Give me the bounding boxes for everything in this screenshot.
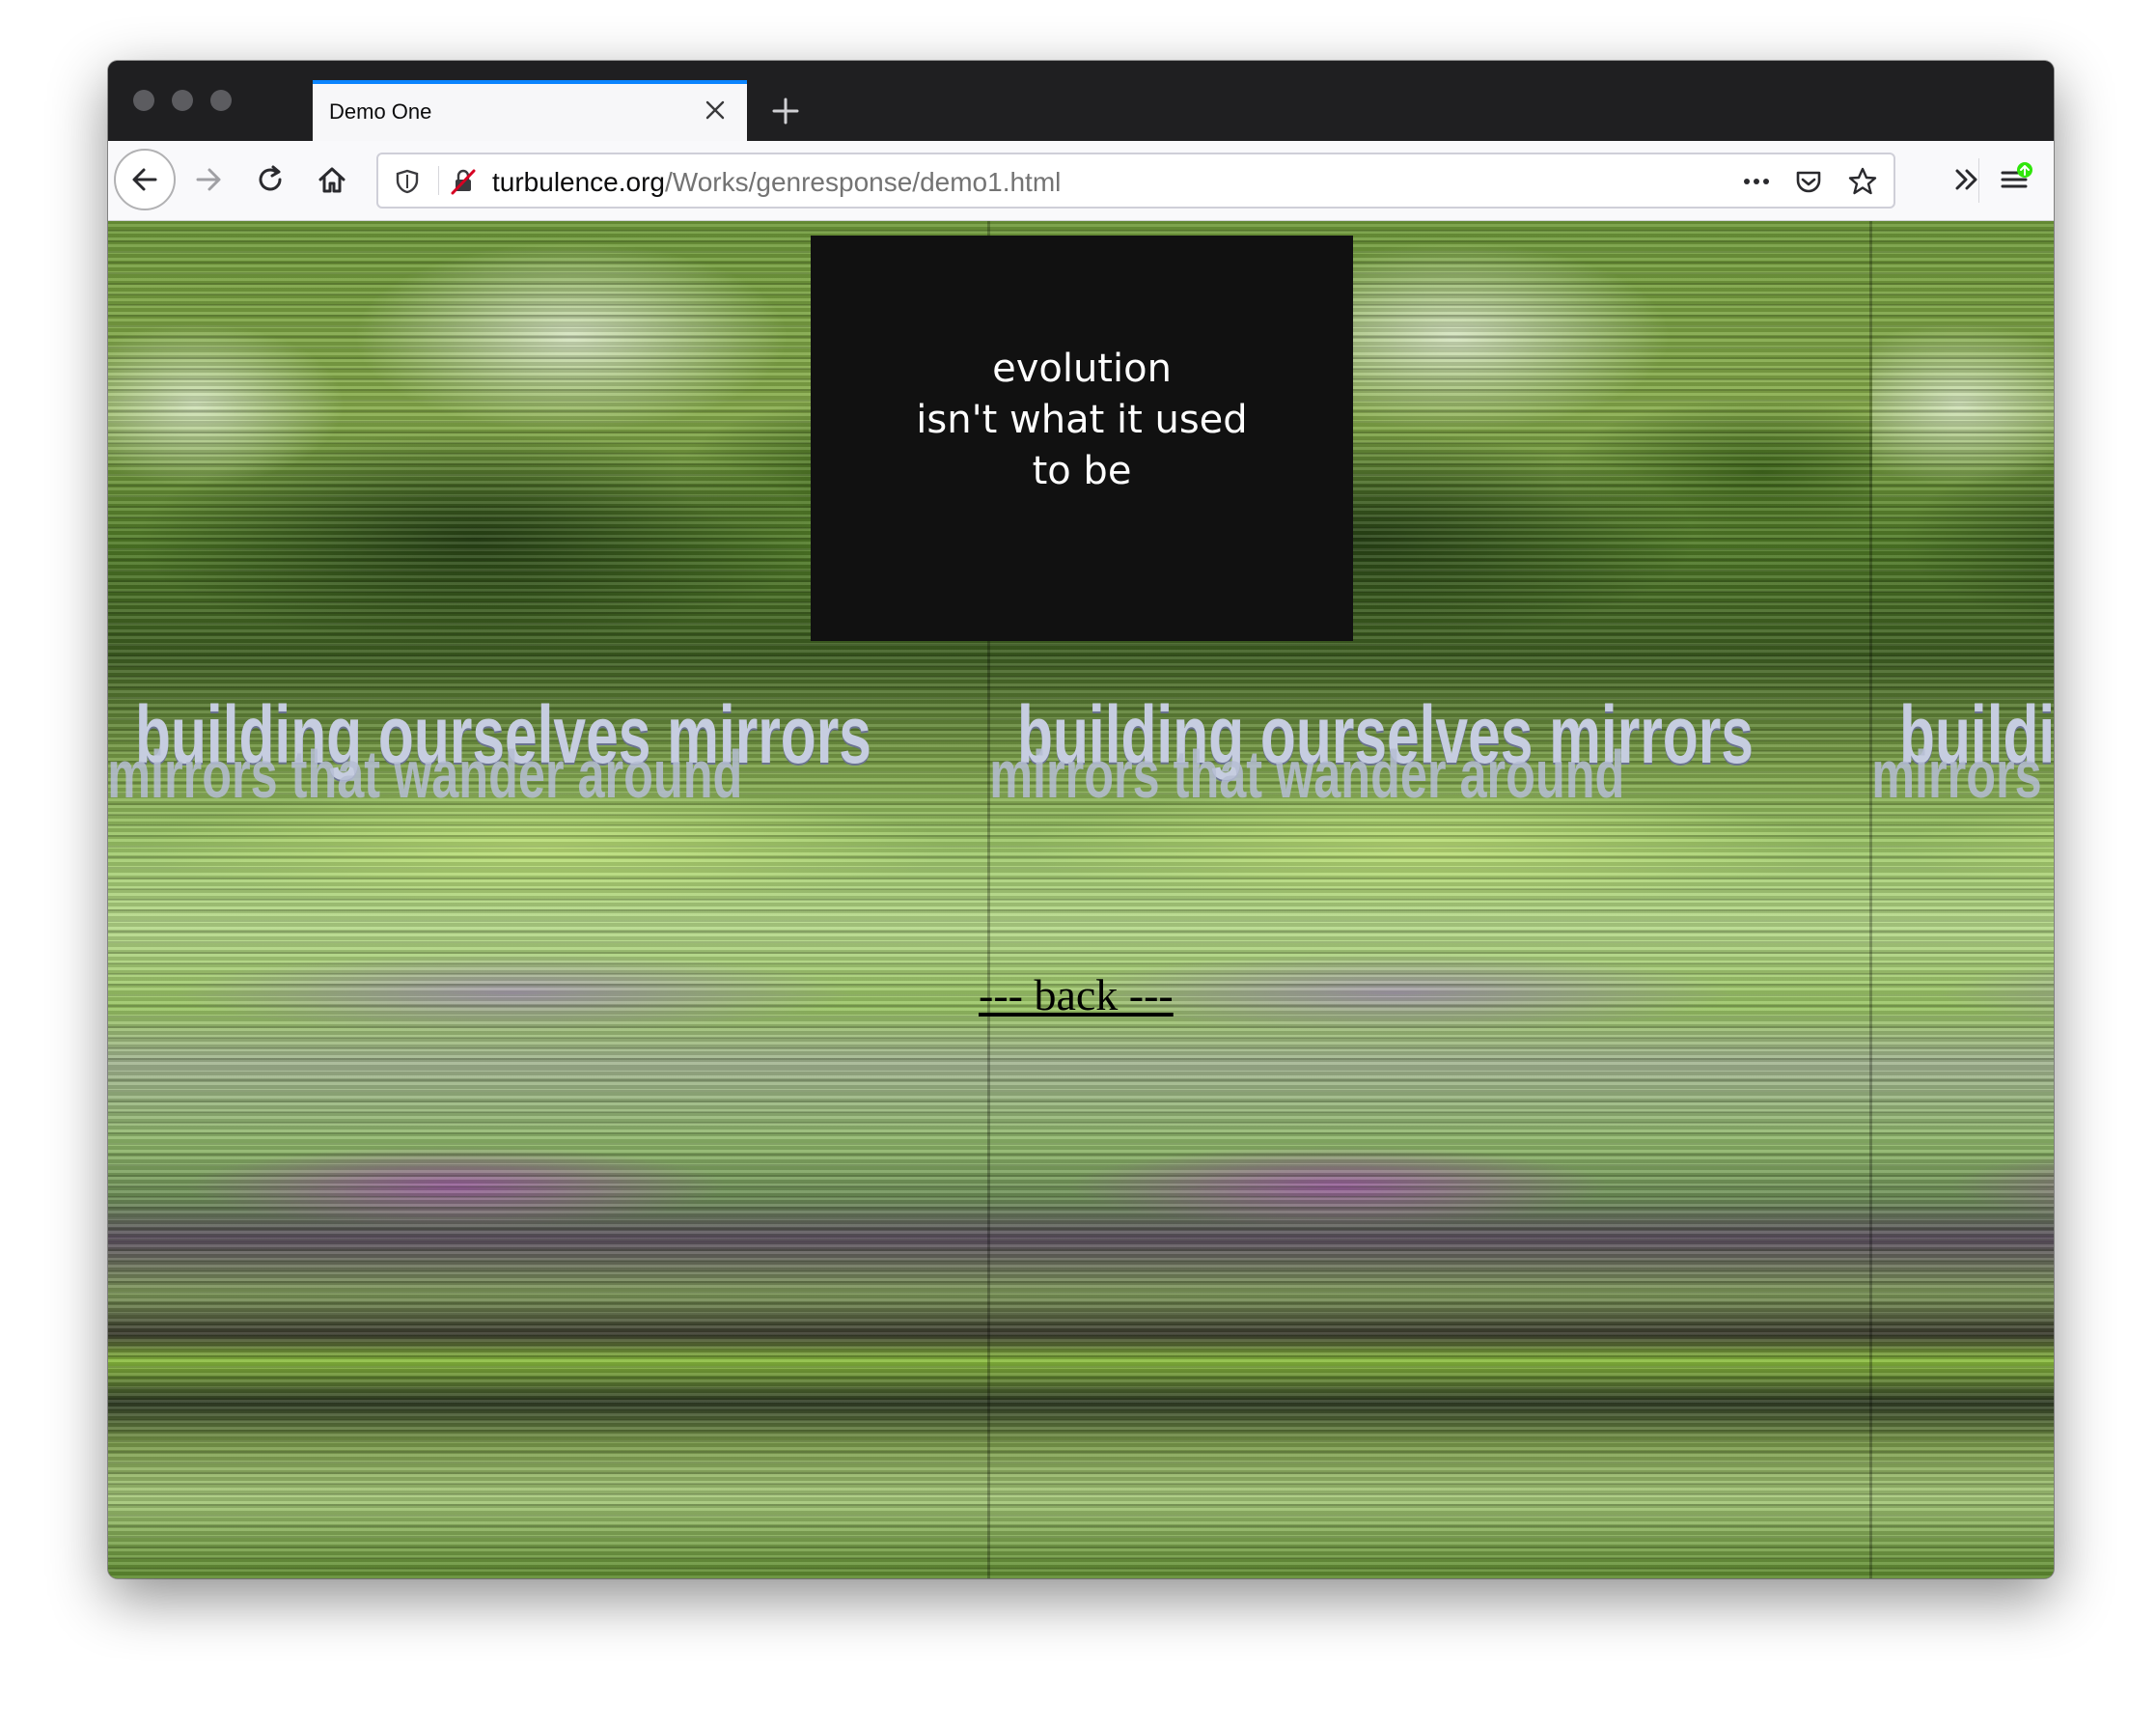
- address-bar[interactable]: turbulence.org/Works/genresponse/demo1.h…: [376, 153, 1895, 209]
- toolbar-separator: [1978, 158, 1979, 203]
- tile-edge: [1869, 221, 1872, 1578]
- reload-button[interactable]: [241, 151, 299, 209]
- page-content: building ourselves mirrors mirrors that …: [108, 221, 2054, 1578]
- url-text[interactable]: turbulence.org/Works/genresponse/demo1.h…: [492, 167, 1061, 198]
- tile-caption-line2: mirrors that wander around: [108, 737, 743, 812]
- tab-strip: Demo One: [108, 61, 2054, 141]
- back-link[interactable]: --- back ---: [979, 969, 1174, 1020]
- back-arrow-icon: [132, 168, 157, 191]
- insecure-lock-icon[interactable]: [448, 166, 479, 197]
- star-icon[interactable]: [1847, 166, 1878, 197]
- close-icon[interactable]: [701, 96, 730, 125]
- navigation-toolbar: turbulence.org/Works/genresponse/demo1.h…: [108, 141, 2054, 221]
- tile-caption: building ourselves mirrors mirrors that …: [1872, 694, 2054, 808]
- text-box: evolution isn't what it used to be: [811, 236, 1353, 641]
- hamburger-menu-icon: [2001, 162, 2032, 188]
- urlbar-separator: [438, 166, 439, 195]
- menu-button[interactable]: [1986, 151, 2044, 209]
- tile-caption-line2: mirrors that wander around: [1872, 737, 2054, 812]
- url-host: turbulence.org: [492, 167, 666, 197]
- box-text: evolution isn't what it used to be: [916, 347, 1248, 493]
- browser-window: Demo One turbulence.org/Works/genrespons…: [108, 61, 2054, 1578]
- new-tab-button[interactable]: [764, 90, 807, 132]
- url-path: /Works/genresponse/demo1.html: [665, 167, 1062, 197]
- back-button[interactable]: [114, 149, 176, 210]
- minimize-window-dot[interactable]: [172, 90, 193, 111]
- tab-title: Demo One: [329, 99, 432, 124]
- pocket-icon[interactable]: [1793, 166, 1824, 197]
- close-window-dot[interactable]: [133, 90, 154, 111]
- more-dots-icon[interactable]: [1741, 166, 1772, 197]
- glitch-image-tile: building ourselves mirrors mirrors that …: [1872, 221, 2054, 1578]
- zoom-window-dot[interactable]: [210, 90, 232, 111]
- window-controls: [133, 90, 232, 111]
- shield-icon[interactable]: [392, 166, 423, 197]
- tile-caption: building ourselves mirrors mirrors that …: [990, 694, 1754, 808]
- home-button[interactable]: [303, 151, 361, 209]
- forward-button[interactable]: [180, 151, 237, 209]
- tile-caption: building ourselves mirrors mirrors that …: [108, 694, 871, 808]
- tile-caption-line2: mirrors that wander around: [990, 737, 1625, 812]
- plus-icon: [772, 98, 799, 125]
- home-icon: [318, 167, 346, 193]
- tab-demo-one[interactable]: Demo One: [313, 80, 747, 141]
- forward-arrow-icon: [196, 168, 221, 191]
- reload-icon: [259, 165, 282, 191]
